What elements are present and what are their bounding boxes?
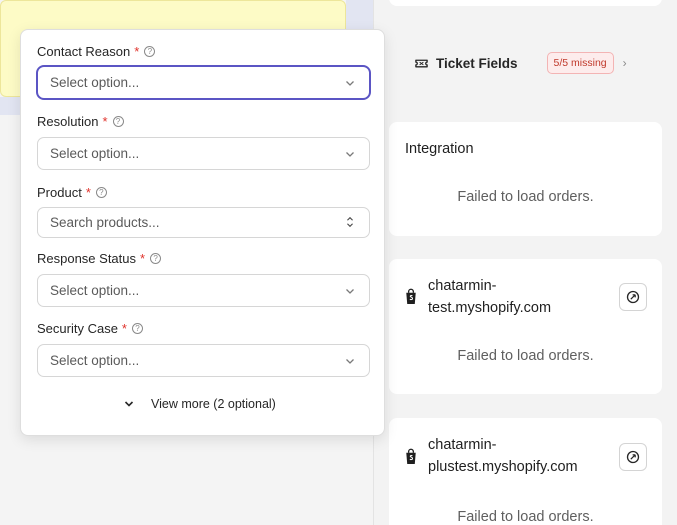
chevron-right-icon: › — [622, 56, 627, 70]
required-mark: * — [85, 185, 91, 200]
shop-error: Failed to load orders. — [457, 348, 594, 364]
question-circle-icon[interactable]: ? — [131, 323, 143, 334]
required-mark: * — [102, 114, 108, 129]
required-mark: * — [140, 251, 146, 266]
top-card — [389, 0, 662, 6]
ticket-fields-label: Ticket Fields — [436, 55, 518, 71]
product-combobox[interactable]: Search products... — [37, 207, 370, 238]
integration-error: Failed to load orders. — [457, 189, 594, 205]
shopify-bag-icon — [406, 288, 416, 305]
ticket-fields-popover: Contact Reason * ? Select option... Reso… — [20, 29, 385, 436]
product-label-text: Product — [37, 185, 82, 200]
select-placeholder: Select option... — [50, 75, 140, 90]
question-circle-icon[interactable]: ? — [150, 253, 162, 264]
select-placeholder: Select option... — [50, 283, 140, 298]
response-status-label-text: Response Status — [37, 251, 137, 266]
ticket-icon — [415, 59, 428, 67]
shop-error: Failed to load orders. — [457, 509, 594, 525]
required-mark: * — [134, 44, 140, 59]
response-status-select[interactable]: Select option... — [37, 274, 370, 307]
select-placeholder: Select option... — [50, 353, 140, 368]
security-case-label-text: Security Case — [37, 321, 118, 336]
chevron-down-icon — [346, 81, 354, 86]
resolution-label: Resolution * ? — [37, 114, 124, 129]
sync-button[interactable] — [619, 283, 647, 311]
integration-card: Integration Failed to load orders. — [389, 122, 662, 236]
question-circle-icon[interactable]: ? — [112, 116, 124, 127]
chevron-down-icon — [346, 289, 354, 294]
contact-reason-label-text: Contact Reason — [37, 44, 131, 59]
resolution-label-text: Resolution — [37, 114, 99, 129]
required-mark: * — [121, 321, 127, 336]
shop-name-line1: chatarmin- — [428, 437, 497, 453]
question-circle-icon[interactable]: ? — [95, 187, 107, 198]
contact-reason-select[interactable]: Select option... — [37, 66, 370, 99]
select-placeholder: Select option... — [50, 146, 140, 161]
security-case-select[interactable]: Select option... — [37, 344, 370, 377]
shop-name-line1: chatarmin- — [428, 278, 497, 294]
chevron-down-icon — [124, 401, 134, 407]
product-label: Product * ? — [37, 185, 107, 200]
ticket-fields-row[interactable]: Ticket Fields 5/5 missing › — [414, 50, 644, 76]
shop-name: chatarmin- plustest.myshopify.com — [428, 434, 618, 478]
resolution-select[interactable]: Select option... — [37, 137, 370, 170]
integration-title: Integration — [405, 141, 474, 157]
sync-icon — [626, 450, 640, 464]
chevron-down-icon — [346, 152, 354, 157]
shop-name-line2: plustest.myshopify.com — [428, 459, 578, 475]
combobox-placeholder: Search products... — [50, 215, 160, 230]
view-more-button[interactable]: View more (2 optional) — [123, 397, 276, 411]
view-more-label: View more (2 optional) — [151, 397, 276, 411]
sync-icon — [626, 290, 640, 304]
contact-reason-label: Contact Reason * ? — [37, 44, 156, 59]
shopify-bag-icon — [406, 448, 416, 465]
response-status-label: Response Status * ? — [37, 251, 162, 266]
missing-badge: 5/5 missing — [546, 52, 614, 74]
shop-card: chatarmin- test.myshopify.com Failed to … — [389, 259, 662, 394]
question-circle-icon[interactable]: ? — [144, 46, 156, 57]
shop-card: chatarmin- plustest.myshopify.com Failed… — [389, 418, 662, 525]
shop-name: chatarmin- test.myshopify.com — [428, 275, 618, 319]
shop-name-line2: test.myshopify.com — [428, 300, 552, 316]
security-case-label: Security Case * ? — [37, 321, 143, 336]
chevron-down-icon — [346, 359, 354, 364]
chevrons-up-down-icon — [347, 216, 353, 228]
sync-button[interactable] — [619, 443, 647, 471]
